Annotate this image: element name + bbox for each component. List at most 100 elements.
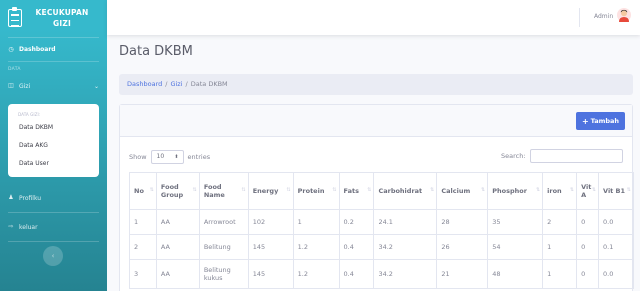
column-header-label: Food Group	[160, 183, 184, 199]
sort-icon: ⇅	[367, 187, 372, 193]
sidebar: KECUKUPAN GIZI ◷ Dashboard DATA ◫ Gizi ⌄…	[0, 0, 107, 291]
submenu-item-akg[interactable]: Data AKG	[8, 137, 99, 155]
table-row[interactable]: 2 AA Belitung 145 1.2 0.4 34.2 26 54 1 0 0.1	[129, 234, 634, 260]
column-header[interactable]: iron ⇅	[542, 172, 578, 210]
column-header-label: iron	[547, 187, 562, 195]
submenu-heading: DATA GIZI:	[18, 112, 41, 117]
table-cell: 145	[247, 259, 294, 289]
topbar-divider	[579, 8, 580, 27]
table-cell: 2	[542, 209, 578, 235]
table-cell: 1.2	[292, 259, 340, 289]
search-control: Search:	[501, 149, 623, 163]
table-cell: AA	[155, 259, 200, 289]
database-icon: ◫	[8, 82, 14, 89]
table-cell: 48	[487, 259, 544, 289]
table-cell: 102	[247, 209, 294, 235]
column-header[interactable]: Food Name ⇅	[198, 172, 249, 210]
breadcrumb-gizi[interactable]: Gizi	[170, 80, 182, 88]
entries-control: Show 10 entries	[129, 150, 210, 164]
column-header[interactable]: No ⇅	[129, 172, 157, 210]
logout-icon: ⇨	[8, 223, 14, 230]
user-name[interactable]: Admin	[594, 13, 613, 20]
show-label: Show	[129, 153, 147, 161]
sidebar-brand[interactable]: KECUKUPAN GIZI	[0, 0, 107, 36]
chevron-down-icon: ⌄	[93, 82, 99, 90]
table-cell: Belitung kukus	[198, 259, 249, 289]
table-cell: 2	[129, 234, 157, 260]
table-cell: 26	[436, 234, 489, 260]
table-cell: 0	[576, 234, 600, 260]
breadcrumb-current: Data DKBM	[190, 80, 228, 88]
entries-select[interactable]: 10	[150, 150, 184, 164]
clipboard-icon	[8, 7, 22, 27]
table-cell: 54	[487, 234, 544, 260]
column-header[interactable]: Calcium ⇅	[436, 172, 489, 210]
table-cell: 0.0	[598, 259, 634, 289]
sidebar-item-dashboard[interactable]: ◷ Dashboard	[0, 38, 107, 61]
table-header-row: No ⇅ Food Group ⇅ Food Name ⇅ Energy ⇅ Protein ⇅ F…	[129, 172, 634, 210]
column-header[interactable]: Carbohidrat ⇅	[373, 172, 438, 210]
column-header-label: Fats	[343, 187, 359, 195]
breadcrumb-dashboard[interactable]: Dashboard	[127, 80, 162, 88]
add-button-label: Tambah	[590, 117, 620, 125]
table-cell: 0.4	[338, 259, 375, 289]
user-icon: ♟	[8, 194, 14, 201]
sidebar-item-gizi[interactable]: ◫ Gizi ⌄	[0, 75, 107, 97]
topbar: Admin	[107, 0, 640, 35]
column-header[interactable]: Protein ⇅	[292, 172, 340, 210]
submenu-item-user[interactable]: Data User	[8, 155, 99, 173]
table-cell: 34.2	[373, 259, 438, 289]
table-cell: 0	[576, 209, 600, 235]
table-cell: AA	[155, 209, 200, 235]
table-cell: 145	[247, 234, 294, 260]
column-header-label: Carbohidrat	[378, 187, 423, 195]
sort-icon: ⇅	[626, 187, 631, 193]
table-cell: 24.1	[373, 209, 438, 235]
table-cell: Belitung	[198, 234, 249, 260]
sidebar-item-label: Profilku	[19, 194, 42, 202]
column-header[interactable]: Vit B1 ⇅	[598, 172, 634, 210]
column-header[interactable]: Phosphor ⇅	[487, 172, 544, 210]
table-cell: 1	[129, 209, 157, 235]
sort-icon: ⇅	[241, 187, 246, 193]
column-header-label: Calcium	[441, 187, 471, 195]
sort-icon: ⇅	[591, 187, 597, 193]
sidebar-heading-data: DATA	[8, 67, 21, 72]
table-cell: 0	[576, 259, 600, 289]
plus-icon: +	[581, 116, 589, 126]
sidebar-item-keluar[interactable]: ⇨ keluar	[0, 216, 107, 238]
search-input[interactable]	[529, 149, 623, 163]
avatar-icon[interactable]	[617, 8, 631, 22]
sidebar-item-label: Gizi	[19, 82, 31, 90]
brand-title: KECUKUPAN GIZI	[35, 8, 89, 28]
table-row[interactable]: 1 AA Arrowroot 102 1 0.2 24.1 28 35 2 0 0.0	[129, 209, 634, 235]
column-header[interactable]: Food Group ⇅	[155, 172, 200, 210]
add-button[interactable]: + Tambah	[576, 112, 625, 130]
entries-label: entries	[187, 153, 211, 161]
sidebar-item-label: Dashboard	[19, 46, 56, 53]
table-cell: 28	[436, 209, 489, 235]
table-row[interactable]: 3 AA Belitung kukus 145 1.2 0.4 34.2 21 48 1 0 0.0	[129, 259, 634, 289]
card-header	[120, 105, 632, 137]
table-cell: 34.2	[373, 234, 438, 260]
sidebar-item-profil[interactable]: ♟ Profilku	[0, 187, 107, 209]
sidebar-toggle-button[interactable]: ‹	[43, 246, 63, 266]
table-cell: 1	[542, 234, 578, 260]
table-cell: 21	[436, 259, 489, 289]
sort-icon: ⇅	[332, 187, 337, 193]
column-header-label: Vit B1	[603, 187, 626, 195]
dkbm-table: No ⇅ Food Group ⇅ Food Name ⇅ Energy ⇅ Protein ⇅ F…	[129, 172, 634, 289]
sidebar-item-label: keluar	[19, 223, 38, 231]
column-header[interactable]: Vit A ⇅	[576, 172, 600, 210]
gizi-submenu: DATA GIZI: Data DKBM Data AKG Data User	[8, 104, 99, 177]
column-header[interactable]: Fats ⇅	[338, 172, 375, 210]
column-header[interactable]: Energy ⇅	[247, 172, 294, 210]
sort-icon: ⇅	[430, 187, 435, 193]
table-cell: 1	[292, 209, 340, 235]
data-card: + Tambah Show 10 entries Search: No⇅Food…	[119, 104, 634, 291]
submenu-item-dkbm[interactable]: Data DKBM	[8, 119, 99, 137]
table-cell: 3	[129, 259, 157, 289]
table-cell: Arrowroot	[198, 209, 249, 235]
table-cell: AA	[155, 234, 200, 260]
column-header-label: Phosphor	[492, 187, 527, 195]
